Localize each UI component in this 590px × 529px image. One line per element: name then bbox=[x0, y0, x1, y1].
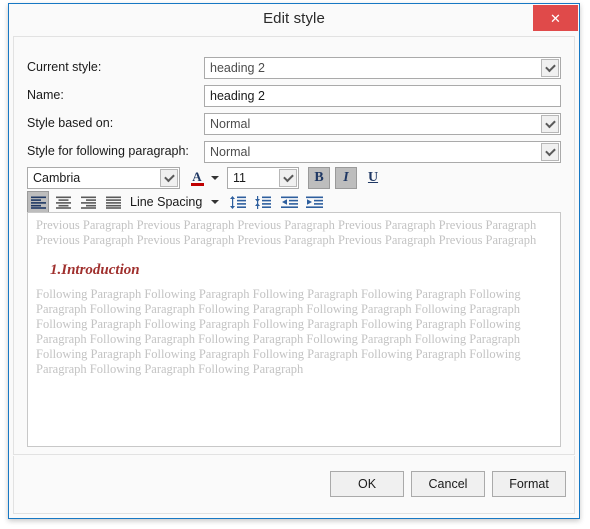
name-value: heading 2 bbox=[210, 89, 265, 103]
font-color-chevron-down-icon[interactable] bbox=[209, 167, 221, 189]
field-name: Name: heading 2 bbox=[27, 85, 561, 107]
font-family-combobox[interactable]: Cambria bbox=[27, 167, 180, 189]
align-right-icon[interactable] bbox=[77, 191, 99, 213]
align-center-icon[interactable] bbox=[52, 191, 74, 213]
chevron-down-icon[interactable] bbox=[541, 143, 559, 161]
style-based-on-combobox[interactable]: Normal bbox=[204, 113, 561, 135]
bold-button[interactable]: B bbox=[308, 167, 330, 189]
style-based-on-value: Normal bbox=[210, 117, 251, 131]
format-button[interactable]: Format bbox=[492, 471, 566, 497]
field-style-based-on: Style based on: Normal bbox=[27, 113, 561, 135]
decrease-indent-icon[interactable] bbox=[278, 191, 300, 213]
cancel-button[interactable]: Cancel bbox=[411, 471, 485, 497]
line-spacing-increase-icon[interactable] bbox=[226, 191, 248, 213]
chevron-down-icon[interactable] bbox=[279, 169, 297, 187]
field-label-style-following-paragraph: Style for following paragraph: bbox=[27, 144, 189, 158]
font-color-swatch bbox=[190, 182, 204, 186]
field-label-current-style: Current style: bbox=[27, 60, 102, 74]
name-input[interactable]: heading 2 bbox=[204, 85, 561, 107]
font-size-value: 11 bbox=[233, 171, 246, 185]
preview-previous-paragraph: Previous Paragraph Previous Paragraph Pr… bbox=[36, 218, 537, 247]
italic-button[interactable]: I bbox=[335, 167, 357, 189]
field-label-style-based-on: Style based on: bbox=[27, 116, 114, 130]
field-current-style: Current style: heading 2 bbox=[27, 57, 561, 79]
font-family-value: Cambria bbox=[33, 171, 81, 185]
align-justify-icon[interactable] bbox=[102, 191, 124, 213]
font-color-letter: A bbox=[192, 168, 202, 184]
align-left-icon[interactable] bbox=[27, 191, 49, 213]
font-color-icon[interactable]: A bbox=[187, 167, 207, 189]
line-spacing-decrease-icon[interactable] bbox=[251, 191, 273, 213]
current-style-value: heading 2 bbox=[210, 61, 265, 75]
chevron-down-icon[interactable] bbox=[541, 115, 559, 133]
style-following-paragraph-combobox[interactable]: Normal bbox=[204, 141, 561, 163]
field-style-following-paragraph: Style for following paragraph: Normal bbox=[27, 141, 561, 163]
style-preview-pane: Previous Paragraph Previous Paragraph Pr… bbox=[27, 212, 561, 447]
close-icon[interactable]: ✕ bbox=[533, 5, 578, 31]
font-size-combobox[interactable]: 11 bbox=[227, 167, 299, 189]
current-style-combobox[interactable]: heading 2 bbox=[204, 57, 561, 79]
field-label-name: Name: bbox=[27, 88, 64, 102]
preview-following-paragraph: Following Paragraph Following Paragraph … bbox=[36, 287, 521, 376]
line-spacing-button[interactable]: Line Spacing bbox=[130, 195, 202, 209]
increase-indent-icon[interactable] bbox=[303, 191, 325, 213]
formatting-toolbar-row-1: Cambria A 11 B I U bbox=[27, 167, 561, 191]
dialog-footer: OK Cancel Format bbox=[13, 456, 575, 514]
title-bar: Edit style ✕ bbox=[9, 4, 579, 35]
dialog-title: Edit style bbox=[263, 10, 325, 27]
chevron-down-icon[interactable] bbox=[541, 59, 559, 77]
underline-button[interactable]: U bbox=[362, 167, 384, 189]
chevron-down-icon[interactable] bbox=[160, 169, 178, 187]
line-spacing-chevron-down-icon[interactable] bbox=[209, 191, 221, 213]
preview-sample-heading: 1.Introduction bbox=[50, 262, 140, 278]
style-following-paragraph-value: Normal bbox=[210, 145, 251, 159]
dialog-body: Current style: heading 2 Name: heading 2… bbox=[13, 36, 575, 455]
ok-button[interactable]: OK bbox=[330, 471, 404, 497]
edit-style-dialog: Edit style ✕ Current style: heading 2 Na… bbox=[8, 3, 580, 519]
